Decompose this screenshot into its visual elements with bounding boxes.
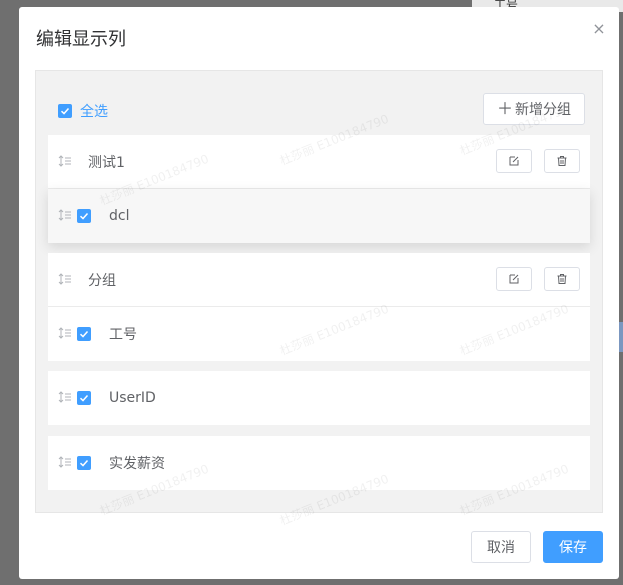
edit-icon — [509, 156, 519, 166]
field-row[interactable]: UserID — [48, 371, 590, 425]
trash-icon — [557, 274, 567, 284]
group-header-row: 分组 — [48, 253, 590, 307]
drag-handle-icon[interactable] — [58, 154, 72, 167]
field-row[interactable]: 实发薪资 — [48, 436, 590, 490]
edit-icon — [509, 274, 519, 284]
select-all-label: 全选 — [80, 104, 108, 120]
drag-handle-icon[interactable] — [58, 326, 72, 339]
cancel-button[interactable]: 取消 — [471, 531, 531, 563]
edit-group-button[interactable] — [496, 149, 532, 173]
delete-group-button[interactable] — [544, 267, 580, 291]
add-group-label: 新增分组 — [515, 102, 571, 118]
field-checkbox[interactable] — [77, 391, 91, 405]
field-row[interactable]: 工号 — [48, 307, 590, 361]
standalone-field: 实发薪资 — [48, 436, 590, 490]
column-group: 分组 工号 — [48, 253, 590, 361]
group-name: 测试1 — [88, 154, 125, 171]
edit-group-button[interactable] — [496, 267, 532, 291]
drag-handle-icon[interactable] — [58, 272, 72, 285]
drag-handle-icon[interactable] — [58, 208, 72, 221]
edit-columns-dialog: 编辑显示列 × 全选 ＋ 新增分组 测试1 dcl 分组 工号 UserID 实… — [19, 7, 619, 579]
drag-handle-icon[interactable] — [58, 455, 72, 468]
standalone-field: UserID — [48, 371, 590, 425]
delete-group-button[interactable] — [544, 149, 580, 173]
select-all-checkbox[interactable]: 全选 — [58, 101, 108, 121]
add-group-button[interactable]: ＋ 新增分组 — [483, 93, 585, 125]
columns-panel: 全选 ＋ 新增分组 测试1 dcl 分组 工号 UserID 实发薪资 杜莎丽 … — [35, 70, 603, 528]
close-icon[interactable]: × — [591, 21, 607, 37]
field-name: UserID — [109, 390, 156, 406]
group-name: 分组 — [88, 272, 116, 289]
plus-icon: ＋ — [496, 99, 513, 118]
dialog-title: 编辑显示列 — [36, 29, 126, 50]
field-name: 工号 — [109, 327, 137, 343]
group-header-row: 测试1 — [48, 135, 590, 189]
drag-handle-icon[interactable] — [58, 390, 72, 403]
save-button[interactable]: 保存 — [543, 531, 603, 563]
field-checkbox[interactable] — [77, 456, 91, 470]
field-checkbox[interactable] — [77, 327, 91, 341]
field-checkbox[interactable] — [77, 209, 91, 223]
field-name: dcl — [109, 208, 130, 224]
checkbox-checked-icon[interactable] — [58, 104, 72, 118]
trash-icon — [557, 156, 567, 166]
column-group: 测试1 dcl — [48, 135, 590, 243]
field-name: 实发薪资 — [109, 456, 165, 472]
field-row[interactable]: dcl — [48, 189, 590, 243]
